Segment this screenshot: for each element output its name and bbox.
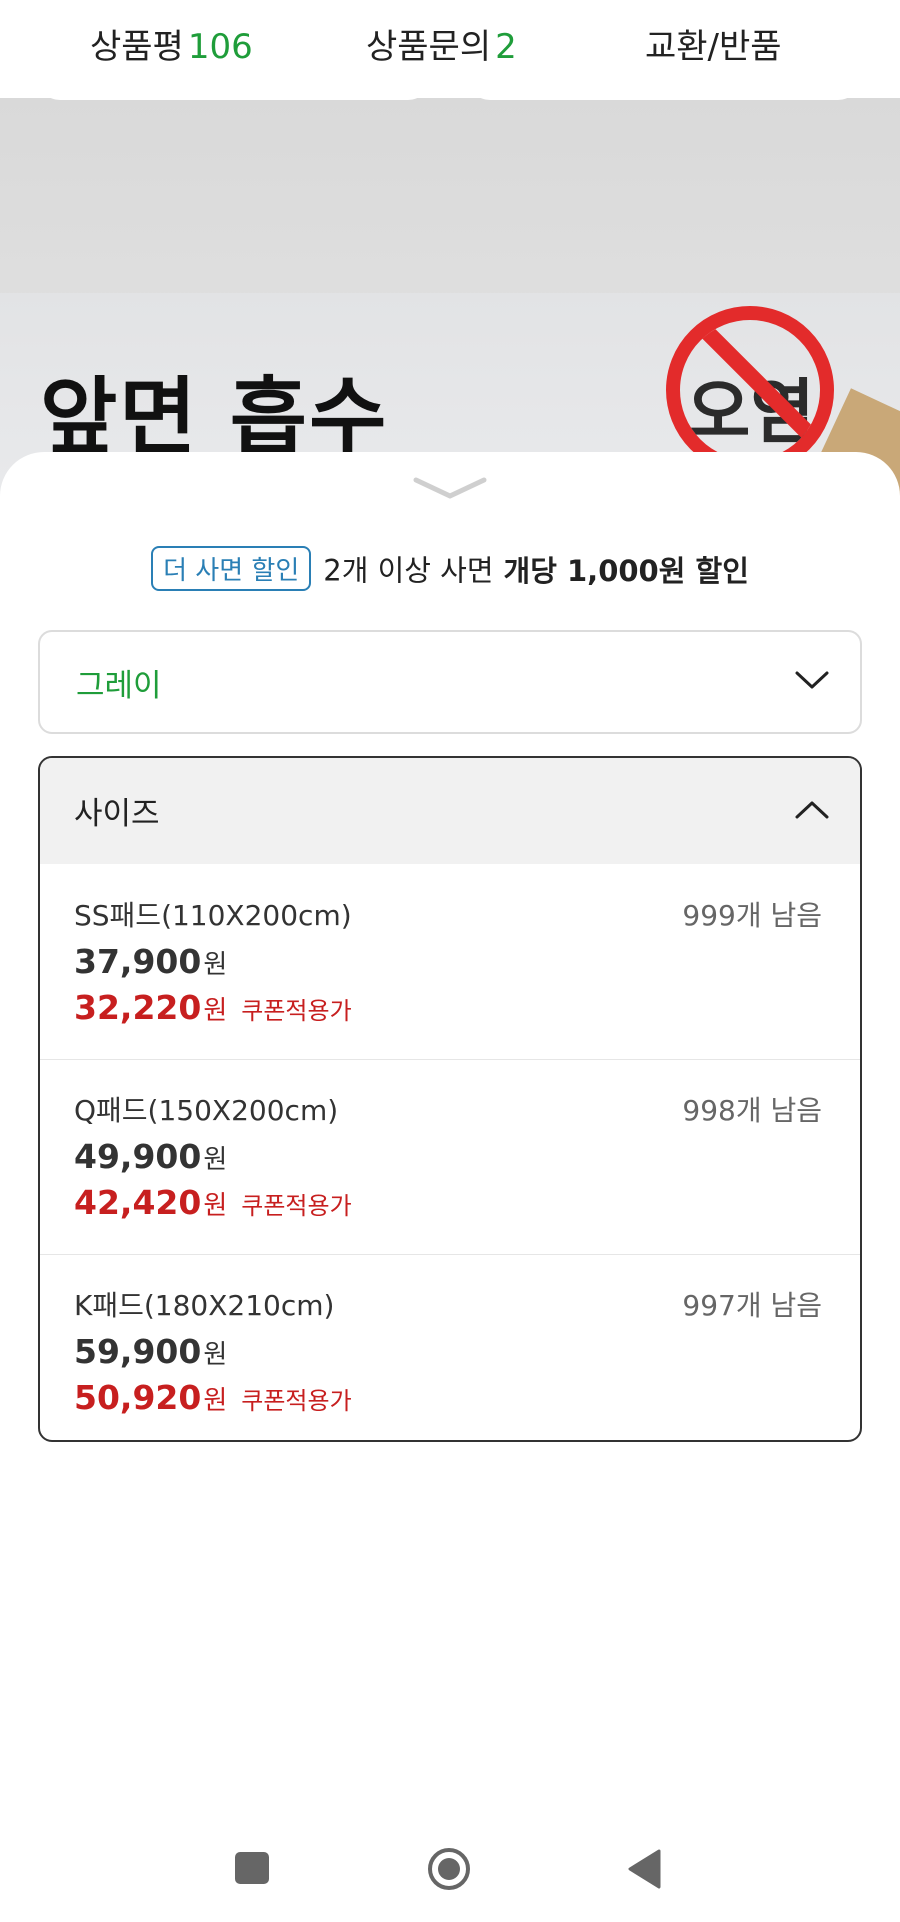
coupon-price-value: 42,420 (74, 1183, 202, 1222)
coupon-label: 쿠폰적용가 (241, 997, 352, 1025)
discount-text: 2개 이상 사면 (323, 553, 494, 588)
discount-badge: 더 사면 할인 (151, 546, 312, 591)
won-unit: 원 (203, 1386, 228, 1416)
size-option-k[interactable]: K패드(180X210cm) 997개 남음 59,900원 50,920원쿠폰… (40, 1254, 860, 1440)
won-unit: 원 (203, 950, 228, 980)
option-price: 49,900원 (74, 1137, 227, 1176)
color-select-value: 그레이 (76, 668, 162, 704)
tab-inquiries-label: 상품문의 (366, 27, 492, 67)
option-coupon-price: 50,920원 쿠폰적용가 (74, 1378, 352, 1417)
recents-square-icon[interactable] (235, 1852, 269, 1884)
option-name: K패드(180X210cm) (74, 1289, 335, 1322)
option-stock: 998개 남음 (682, 1094, 822, 1127)
option-price-value: 49,900 (74, 1137, 202, 1176)
review-tab-bar: 상품평 106 상품문의 2 교환/반품 (0, 0, 900, 98)
size-option-q[interactable]: Q패드(150X200cm) 998개 남음 49,900원 42,420원쿠폰… (40, 1059, 860, 1254)
color-select[interactable]: 그레이 (38, 630, 862, 734)
tab-inquiries-count: 2 (495, 27, 517, 67)
tab-exchange-return-label: 교환/반품 (645, 27, 782, 67)
card-edge (468, 98, 860, 100)
tab-inquiries[interactable]: 상품문의 2 (366, 22, 517, 72)
size-dropdown-label: 사이즈 (74, 796, 160, 832)
coupon-price-value: 50,920 (74, 1378, 202, 1417)
size-dropdown: 사이즈 SS패드(110X200cm) 999개 남음 37,900원 32,2… (38, 756, 862, 1442)
product-detail-image: 앞면 흡수 오염 (0, 98, 900, 498)
tab-reviews[interactable]: 상품평 106 (90, 22, 253, 72)
bulk-discount-banner: 더 사면 할인 2개 이상 사면 개당 1,000원 할인 (0, 546, 900, 591)
system-navigation-bar (0, 1812, 900, 1922)
coupon-label: 쿠폰적용가 (241, 1387, 352, 1415)
size-dropdown-header[interactable]: 사이즈 (40, 758, 860, 864)
chevron-up-icon (795, 801, 829, 819)
won-unit: 원 (203, 1340, 228, 1370)
divider (40, 1059, 860, 1060)
coupon-label: 쿠폰적용가 (241, 1192, 352, 1220)
option-price-value: 59,900 (74, 1332, 202, 1371)
size-option-ss[interactable]: SS패드(110X200cm) 999개 남음 37,900원 32,220원 쿠… (40, 864, 860, 1059)
option-name: Q패드(150X200cm) (74, 1094, 339, 1127)
option-price-value: 37,900 (74, 942, 202, 981)
won-unit: 원 (203, 1191, 228, 1221)
option-coupon-price: 32,220원 쿠폰적용가 (74, 988, 352, 1027)
won-unit: 원 (203, 1145, 228, 1175)
tab-reviews-label: 상품평 (90, 27, 184, 67)
card-edge (38, 98, 430, 100)
option-name: SS패드(110X200cm) (74, 899, 352, 932)
option-price: 59,900원 (74, 1332, 227, 1371)
won-unit: 원 (203, 996, 228, 1026)
back-triangle-icon[interactable] (626, 1848, 662, 1890)
option-price: 37,900원 (74, 942, 227, 981)
no-contamination-icon: 오염 (666, 306, 834, 474)
option-bottom-sheet: 더 사면 할인 2개 이상 사면 개당 1,000원 할인 그레이 사이즈 SS패드… (0, 452, 900, 1922)
chevron-down-icon[interactable] (412, 474, 488, 504)
divider (40, 1254, 860, 1255)
option-stock: 997개 남음 (682, 1289, 822, 1322)
tab-reviews-count: 106 (187, 27, 253, 67)
tab-exchange-return[interactable]: 교환/반품 (645, 22, 782, 72)
option-coupon-price: 42,420원 쿠폰적용가 (74, 1183, 352, 1222)
coupon-price-value: 32,220 (74, 988, 202, 1027)
home-circle-icon[interactable] (426, 1846, 472, 1892)
chevron-down-icon (795, 671, 829, 689)
option-stock: 999개 남음 (682, 899, 822, 932)
discount-amount: 개당 1,000원 할인 (503, 553, 749, 588)
